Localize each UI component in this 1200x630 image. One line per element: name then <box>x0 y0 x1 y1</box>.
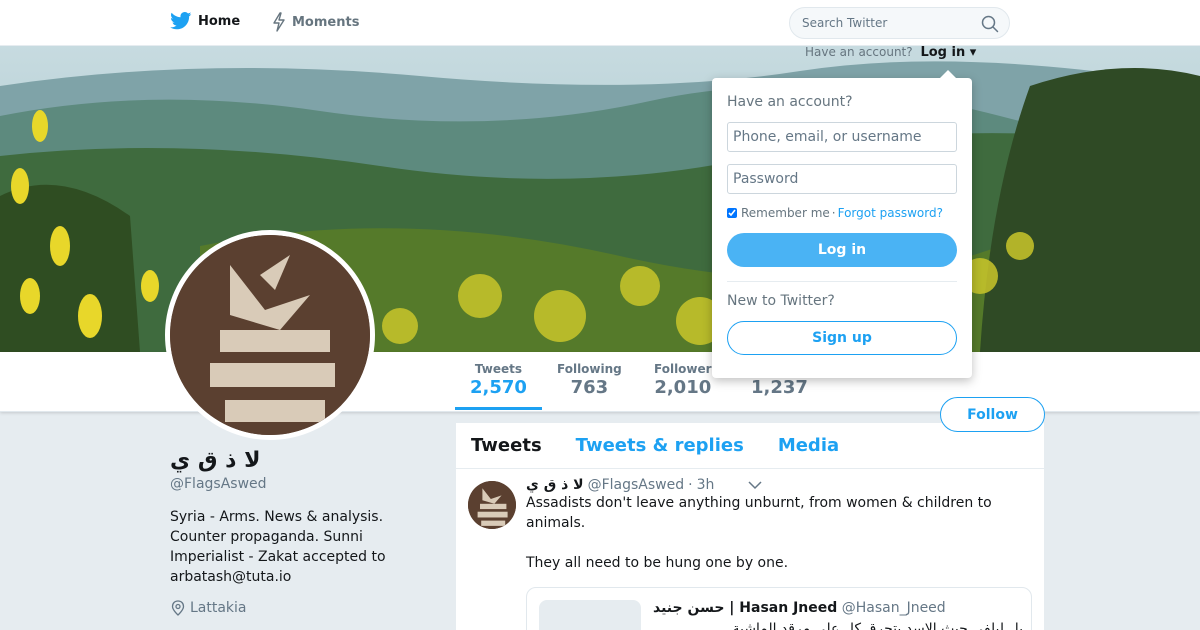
remember-checkbox[interactable] <box>727 208 737 218</box>
top-nav: Home Moments <box>0 0 1200 46</box>
nav-home[interactable]: Home <box>170 12 240 30</box>
stat-value: 763 <box>570 377 609 398</box>
search-box <box>789 7 1010 39</box>
quoted-tweet[interactable]: حسن جنيد | Hasan Jneed @Hasan_Jneed بل ل… <box>526 587 1032 630</box>
location-text: Lattakia <box>190 600 247 616</box>
twitter-bird-icon <box>170 12 192 30</box>
caret-down-icon: ▾ <box>969 45 977 60</box>
nav-moments-label: Moments <box>292 14 360 30</box>
tweet-dot: · <box>688 477 693 493</box>
stat-label: Following <box>557 362 622 376</box>
tab-tweets[interactable]: Tweets <box>471 435 542 456</box>
login-button[interactable]: Log in <box>727 233 957 267</box>
stat-value: 2,010 <box>654 377 712 398</box>
remember-row: Remember me · Forgot password? <box>727 206 957 220</box>
tweet-author-handle[interactable]: @FlagsAswed <box>588 477 685 493</box>
tweet-author-name[interactable]: لا ذ ق ي <box>526 477 584 493</box>
remember-label[interactable]: Remember me <box>741 206 830 220</box>
timeline: Tweets Tweets & replies Media لا ذ ق ي @… <box>456 423 1044 630</box>
login-dropdown: Have an account? Remember me · Forgot pa… <box>712 70 972 378</box>
new-to-twitter-label: New to Twitter? <box>727 293 835 309</box>
quoted-tweet-image <box>539 600 641 630</box>
quoted-tweet-text: بل ليلفي حيث الاسد يتحرق كل على مرقد الم… <box>732 621 1023 630</box>
password-field[interactable] <box>727 164 957 194</box>
stat-followers[interactable]: Follower 2,010 <box>654 362 712 398</box>
search-icon[interactable] <box>981 15 999 33</box>
stat-label: Tweets <box>474 362 523 376</box>
avatar[interactable] <box>165 230 375 440</box>
nav-moments[interactable]: Moments <box>272 12 359 32</box>
remember-separator: · <box>831 206 836 220</box>
tab-tweets-replies[interactable]: Tweets & replies <box>576 435 744 456</box>
header-login-area: Have an account? Log in ▾ <box>805 45 976 60</box>
profile-location: Lattakia <box>170 600 247 616</box>
header-login-link[interactable]: Log in ▾ <box>920 45 976 60</box>
quoted-author-name: حسن جنيد | Hasan Jneed <box>653 600 838 616</box>
location-pin-icon <box>171 600 185 616</box>
nav-home-label: Home <box>198 13 241 29</box>
signup-button[interactable]: Sign up <box>727 321 957 355</box>
stat-value: 2,570 <box>470 377 527 398</box>
quoted-tweet-header: حسن جنيد | Hasan Jneed @Hasan_Jneed <box>653 600 946 616</box>
tweet-time[interactable]: 3h <box>697 477 715 493</box>
tab-media[interactable]: Media <box>778 435 839 456</box>
follow-button[interactable]: Follow <box>940 397 1045 432</box>
avatar-logo <box>170 235 370 435</box>
header-login-prompt: Have an account? <box>805 45 913 59</box>
profile-bio: Syria - Arms. News & analysis. Counter p… <box>170 509 386 585</box>
stat-following[interactable]: Following 763 <box>557 362 622 398</box>
tweet[interactable]: لا ذ ق ي @FlagsAswed · 3h Assadists don'… <box>456 469 1044 630</box>
tweet-avatar[interactable] <box>468 481 516 529</box>
lightning-icon <box>273 12 285 32</box>
chevron-down-icon[interactable] <box>748 480 762 490</box>
stat-label: Follower <box>654 362 712 376</box>
stat-value: 1,237 <box>751 377 808 398</box>
stat-tweets[interactable]: Tweets 2,570 <box>455 362 542 410</box>
tweet-text: Assadists don't leave anything unburnt, … <box>526 495 992 571</box>
profile-name: لا ذ ق ي <box>170 448 261 473</box>
dropdown-divider <box>727 281 957 282</box>
username-field[interactable] <box>727 122 957 152</box>
tweet-header: لا ذ ق ي @FlagsAswed · 3h <box>526 477 1032 493</box>
search-input[interactable] <box>790 8 970 38</box>
profile-handle[interactable]: @FlagsAswed <box>170 476 267 492</box>
forgot-password-link[interactable]: Forgot password? <box>838 206 943 220</box>
dropdown-title: Have an account? <box>727 94 853 110</box>
quoted-author-handle: @Hasan_Jneed <box>841 600 946 616</box>
